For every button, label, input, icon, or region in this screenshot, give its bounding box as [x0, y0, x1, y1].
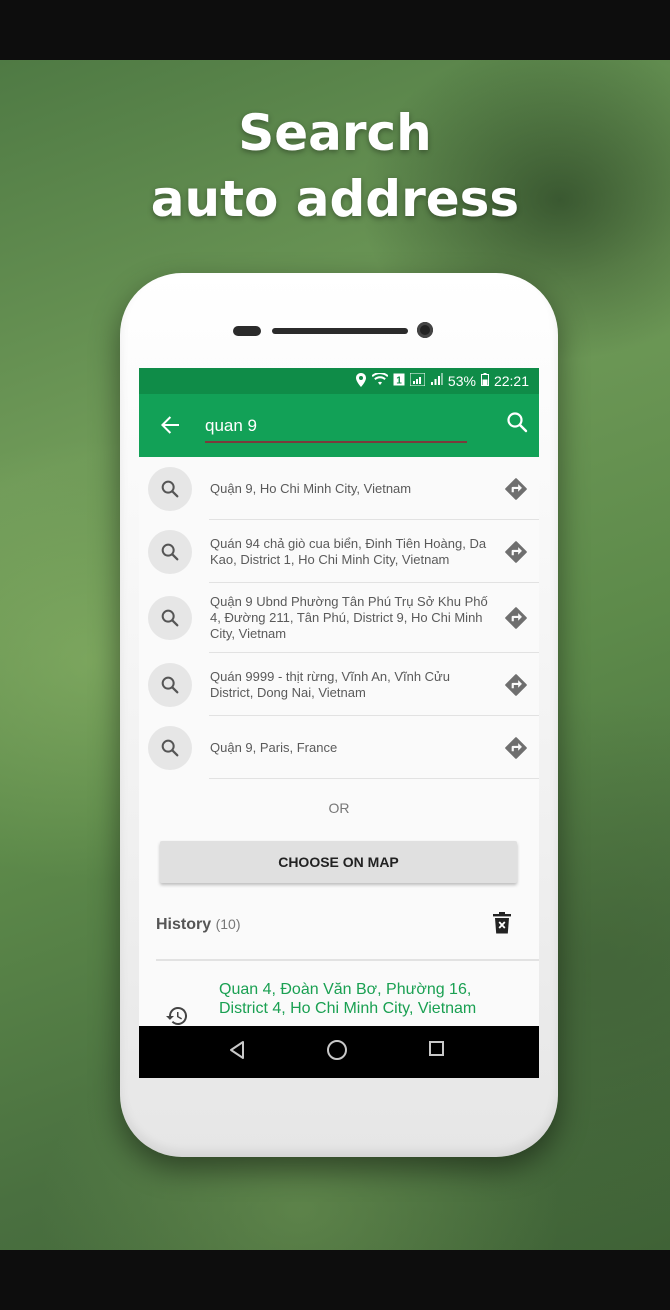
directions-button[interactable]: [503, 672, 529, 698]
history-header: History (10): [156, 916, 240, 934]
directions-icon: [505, 607, 527, 629]
suggestion-list: Quận 9, Ho Chi Minh City, Vietnam Quán 9…: [139, 457, 539, 779]
promo-headline: Search auto address: [0, 100, 670, 232]
headline-line-2: auto address: [150, 170, 520, 228]
nav-back-button[interactable]: [227, 1040, 249, 1062]
search-icon: [148, 529, 192, 574]
or-separator: OR: [328, 800, 350, 816]
directions-button[interactable]: [503, 605, 529, 631]
suggestion-text: Quán 94 chả giò cua biển, Đinh Tiên Hoàn…: [210, 535, 487, 567]
directions-icon: [505, 673, 527, 696]
back-button[interactable]: [153, 408, 187, 442]
search-icon: [148, 466, 192, 511]
sim-icon: 1: [393, 373, 405, 389]
clear-history-button[interactable]: [493, 912, 513, 936]
status-bar: 1 53% 22:21: [139, 368, 539, 394]
phone-screen: 1 53% 22:21 Quận 9, Ho Chi Minh City, Vi…: [139, 368, 539, 1078]
search-icon: [148, 725, 192, 770]
nav-recents-button[interactable]: [429, 1041, 444, 1056]
suggestion-text: Quán 9999 - thịt rừng, Vĩnh An, Vĩnh Cửu…: [210, 668, 450, 700]
wifi-icon: [371, 372, 389, 389]
search-icon: [148, 662, 192, 707]
nav-home-button[interactable]: [327, 1040, 347, 1060]
directions-button[interactable]: [503, 539, 529, 565]
arrow-left-icon: [161, 416, 179, 434]
suggestion-item[interactable]: Quán 94 chả giò cua biển, Đinh Tiên Hoàn…: [139, 520, 539, 583]
front-camera: [417, 322, 433, 338]
suggestion-text: Quận 9, Paris, France: [210, 739, 338, 755]
directions-icon: [505, 477, 527, 500]
trash-icon: [493, 912, 511, 934]
suggestion-item[interactable]: Quận 9, Paris, France: [139, 716, 539, 779]
history-item[interactable]: Quan 4, Đoàn Văn Bơ, Phường 16, District…: [219, 980, 524, 1018]
history-title: History: [156, 916, 212, 933]
divider: [209, 778, 539, 779]
signal-2-icon: [430, 373, 443, 389]
search-toolbar: [139, 394, 539, 457]
clock: 22:21: [493, 373, 529, 389]
earpiece-speaker: [272, 328, 408, 334]
android-nav-bar: [139, 1026, 539, 1078]
directions-button[interactable]: [503, 476, 529, 502]
suggestion-item[interactable]: Quận 9, Ho Chi Minh City, Vietnam: [139, 457, 539, 520]
search-button[interactable]: [505, 410, 533, 438]
search-input[interactable]: [205, 411, 467, 443]
directions-icon: [505, 736, 527, 759]
search-icon: [507, 412, 528, 433]
sensor: [233, 326, 261, 336]
suggestion-item[interactable]: Quận 9 Ubnd Phường Tân Phú Trụ Sở Khu Ph…: [139, 583, 539, 653]
svg-text:1: 1: [396, 376, 402, 387]
directions-button[interactable]: [503, 735, 529, 761]
location-icon: [355, 372, 367, 390]
triangle-back-icon: [230, 1041, 244, 1059]
battery-icon: [480, 373, 489, 389]
history-count: (10): [215, 916, 241, 932]
headline-line-1: Search: [238, 104, 432, 162]
suggestion-item[interactable]: Quán 9999 - thịt rừng, Vĩnh An, Vĩnh Cửu…: [139, 653, 539, 716]
suggestion-text: Quận 9 Ubnd Phường Tân Phú Trụ Sở Khu Ph…: [210, 594, 488, 641]
directions-icon: [505, 540, 527, 563]
signal-icon: [409, 372, 426, 389]
battery-percent: 53%: [447, 373, 476, 389]
search-icon: [148, 596, 192, 640]
suggestion-text: Quận 9, Ho Chi Minh City, Vietnam: [210, 480, 412, 496]
divider: [156, 959, 539, 961]
choose-on-map-button[interactable]: CHOOSE ON MAP: [160, 841, 517, 883]
